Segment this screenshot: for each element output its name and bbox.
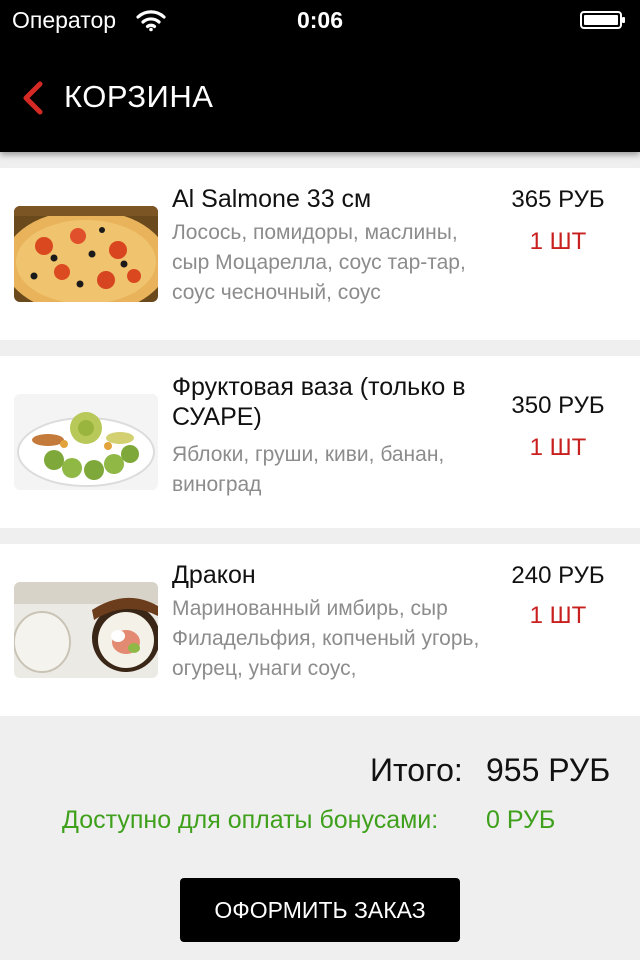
- item-price: 240 РУБ: [511, 562, 605, 589]
- sushi-roll-photo: [14, 582, 158, 678]
- item-description: Яблоки, груши, киви, банан, виноград: [172, 443, 445, 496]
- item-description: Маринованный имбирь, сыр Филадельфия, ко…: [172, 597, 480, 680]
- page-title: КОРЗИНА: [64, 79, 214, 114]
- pizza-photo: [14, 206, 158, 302]
- item-quantity: 1 ШТ: [529, 434, 587, 461]
- navigation-bar: КОРЗИНА: [0, 40, 640, 152]
- cart-item[interactable]: Дракон Маринованный имбирь, сыр Филадель…: [0, 544, 640, 716]
- item-name: Фруктовая ваза (только в СУАРЕ): [172, 373, 466, 431]
- item-price: 350 РУБ: [511, 392, 605, 419]
- cart-item[interactable]: Al Salmone 33 см Лосось, помидоры, масли…: [0, 168, 640, 340]
- fruit-plate-photo: [14, 394, 158, 490]
- clock: 0:06: [296, 7, 344, 33]
- checkout-button[interactable]: ОФОРМИТЬ ЗАКАЗ: [180, 878, 460, 942]
- cart-item[interactable]: Фруктовая ваза (только в СУАРЕ) Яблоки, …: [0, 356, 640, 528]
- item-quantity: 1 ШТ: [529, 228, 587, 255]
- item-name: Al Salmone 33 см: [172, 185, 372, 213]
- bonus-label: Доступно для оплаты бонусами:: [62, 806, 439, 834]
- status-bar: Оператор 0:06: [0, 0, 640, 40]
- item-price: 365 РУБ: [511, 186, 605, 213]
- battery-icon: [580, 11, 625, 29]
- item-description: Лосось, помидоры, маслины, сыр Моцарелла…: [172, 221, 466, 304]
- item-name: Дракон: [172, 561, 256, 589]
- item-quantity: 1 ШТ: [529, 602, 587, 629]
- total-label: Итого:: [370, 752, 463, 788]
- bonus-value: 0 РУБ: [486, 806, 556, 834]
- chevron-left-icon[interactable]: [14, 78, 50, 118]
- total-value: 955 РУБ: [486, 752, 611, 788]
